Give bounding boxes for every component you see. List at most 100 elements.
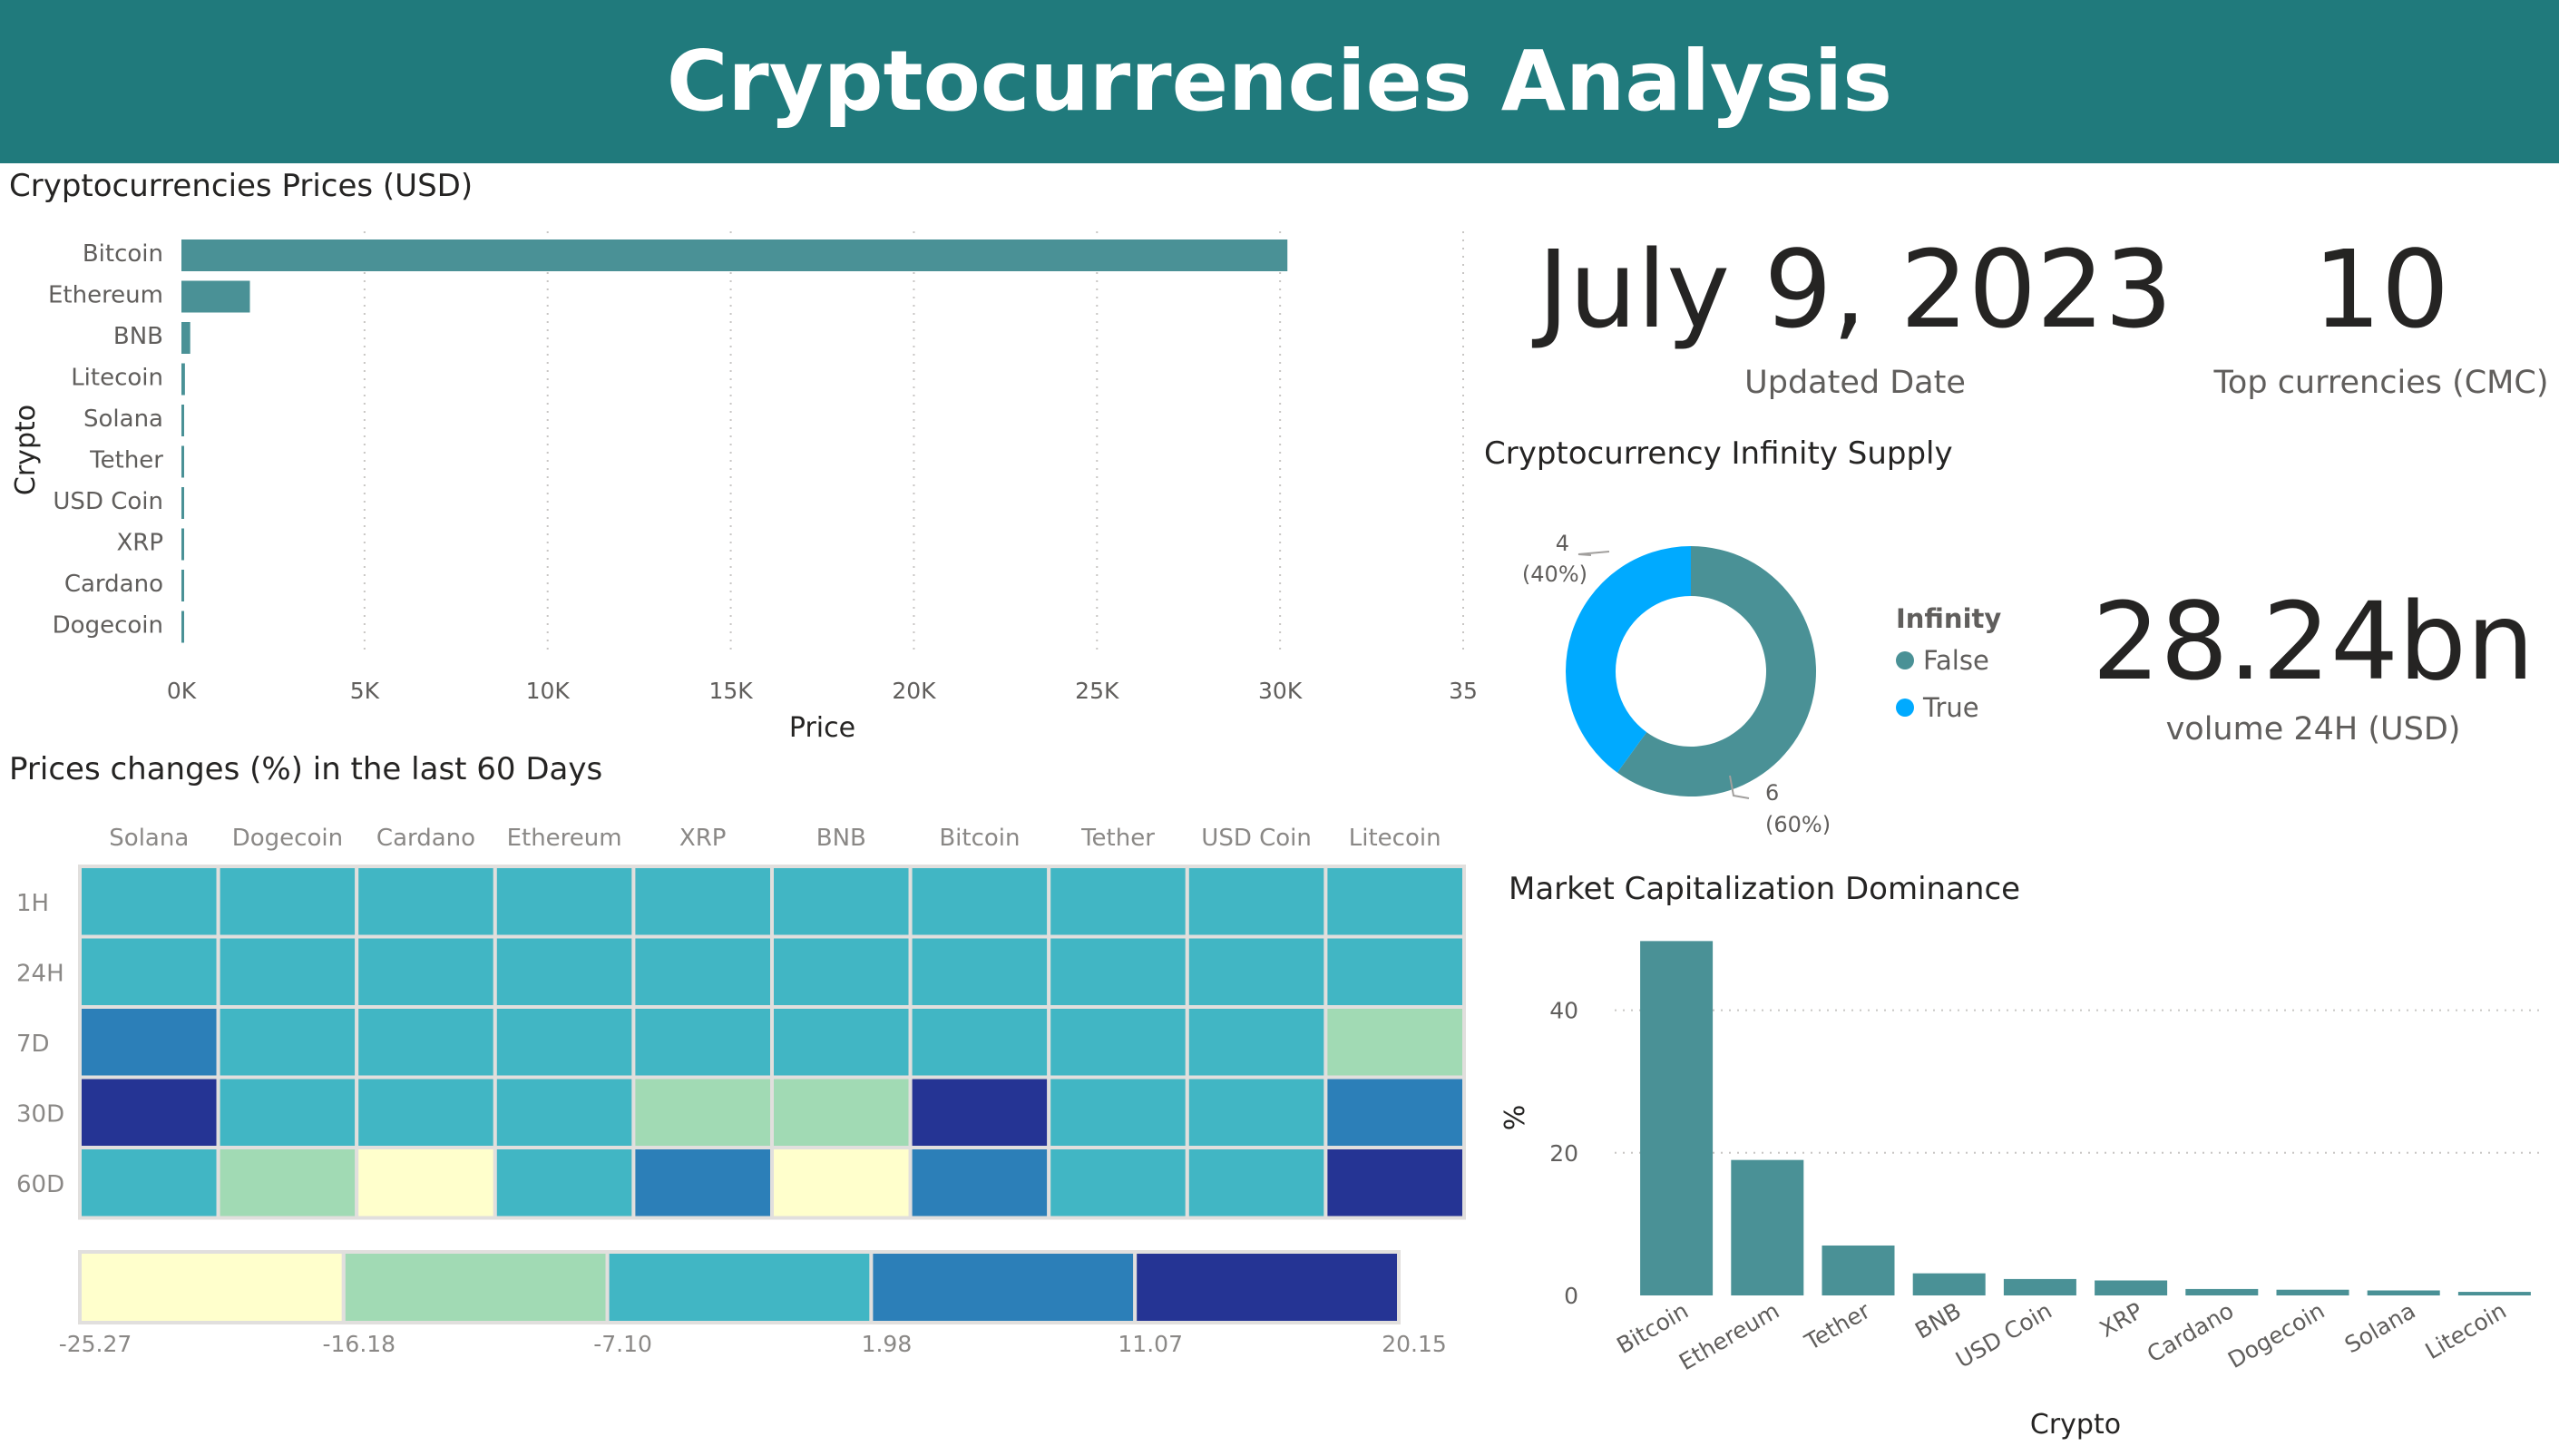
heatmap-cell [216,1146,359,1220]
updated-date-label: Updated Date [1744,365,1966,401]
dominance-bar [2276,1289,2349,1295]
dominance-bar [2095,1280,2168,1295]
price-changes-heatmap: Solana Dogecoin Cardano Ethereum XRP BNB Bitco… [16,825,1467,1357]
heatmap-cell [908,1005,1051,1080]
dominance-bar [1912,1273,1986,1295]
heatmap-cell [216,1075,359,1149]
prices-y-tick: BNB [113,323,163,350]
dominance-bar [2457,1292,2531,1295]
donut-leader-line [1577,551,1610,556]
prices-y-tick: Solana [83,406,163,433]
prices-bar [181,445,184,478]
heatmap-cell [355,1146,497,1220]
heatmap-cell [1323,1005,1467,1080]
heatmap-cell [631,934,775,1009]
heatmap-cell [1185,1005,1328,1080]
heatmap-cell [908,1146,1051,1220]
heatmap-scale-label: -7.10 [593,1331,652,1357]
dominance-bar [2185,1288,2259,1295]
heatmap-scale-label: -25.27 [59,1331,132,1357]
prices-y-tick: Bitcoin [83,240,163,268]
heatmap-cell [493,865,636,939]
heatmap-cell [355,934,497,1009]
dominance-bar [2003,1278,2076,1295]
heatmap-cell [216,865,359,939]
heatmap-column-label: Dogecoin [232,825,343,852]
prices-y-tick: USD Coin [53,488,163,515]
heatmap-row-label: 7D [16,1031,50,1058]
heatmap-cell [770,1075,913,1149]
heatmap-column-label: USD Coin [1201,825,1312,852]
supply-legend-title: Infinity [1896,603,2002,634]
heatmap-cell [631,1146,775,1220]
heatmap-cell [78,934,220,1009]
dominance-y-tick: 20 [1549,1140,1578,1167]
heatmap-column-label: Cardano [376,825,475,852]
heatmap-cell [355,1075,497,1149]
heatmap-cell [1323,934,1467,1009]
heatmap-cell [1047,865,1189,939]
heatmap-cell [770,865,913,939]
prices-y-tick: XRP [116,530,163,557]
prices-bar [181,611,184,643]
heatmap-cell [770,1146,913,1220]
donut-label-value: 4 [1556,531,1569,556]
dominance-bar [1731,1159,1804,1295]
prices-x-tick: 20K [892,678,936,704]
dominance-bar [1822,1245,1895,1295]
heatmap-scale-swatch [605,1250,874,1324]
heatmap-cell [1323,1075,1467,1149]
prices-bar [181,322,190,354]
heatmap-row-label: 24H [16,960,64,987]
heatmap-cell [1047,1146,1189,1220]
donut-label-value: 6 [1765,780,1779,806]
prices-x-tick: 15K [708,678,753,704]
dominance-bar [1640,941,1714,1295]
heatmap-row-label: 60D [16,1171,64,1198]
heatmap-column-label: Ethereum [507,825,622,852]
heatmap-cell [1185,865,1328,939]
dominance-x-tick: Litecoin [2421,1297,2511,1364]
heatmap-cell [908,934,1051,1009]
volume-value: 28.24bn [2092,579,2535,704]
heatmap-cell [493,1005,636,1080]
heatmap-column-label: Solana [109,825,189,852]
prices-x-tick: 0K [167,678,197,704]
heatmap-cell [1185,1075,1328,1149]
legend-item-false[interactable]: False [1896,645,2001,676]
heatmap-cell [216,934,359,1009]
prices-y-tick: Tether [89,447,163,474]
heatmap-scale-swatch [341,1250,610,1324]
heatmap-scale-swatch [78,1250,346,1324]
legend-label-true: True [1923,692,1979,723]
heatmap-cell [493,1146,636,1220]
heatmap-row-label: 1H [16,890,49,917]
heatmap-cell [355,1005,497,1080]
legend-item-true[interactable]: True [1896,692,2001,723]
heatmap-cell [631,1005,775,1080]
dominance-x-tick: Tether [1800,1297,1875,1356]
prices-bar [181,363,185,396]
prices-x-tick: 30K [1258,678,1303,704]
dominance-x-tick: Dogecoin [2223,1297,2329,1373]
market-dominance-chart: 02040BitcoinEthereum Tether BNBUSD Coin XRP… [1499,941,2544,1441]
heatmap-cell [908,865,1051,939]
heatmap-cell [631,865,775,939]
supply-chart-title: Cryptocurrency Infinity Supply [1484,435,1953,472]
heatmap-scale-label: 1.98 [862,1331,913,1357]
dominance-chart-title: Market Capitalization Dominance [1509,871,2021,907]
heatmap-cell [770,1005,913,1080]
donut-label-pct: (40%) [1522,562,1587,587]
heatmap-column-label: Tether [1080,825,1155,852]
prices-y-tick: Litecoin [71,365,163,392]
heatmap-scale-swatch [1133,1250,1401,1324]
prices-bar [181,239,1288,271]
heatmap-cell [78,1005,220,1080]
heatmap-scale-label: -16.18 [323,1331,396,1357]
prices-bar [181,405,184,436]
heatmap-cell [1047,1005,1189,1080]
heatmap-scale-label: 20.15 [1382,1331,1447,1357]
prices-y-tick: Cardano [64,571,163,598]
heatmap-cell [770,934,913,1009]
infinity-supply-donut: 6 (60%) 4 (40%) [1522,531,1831,837]
